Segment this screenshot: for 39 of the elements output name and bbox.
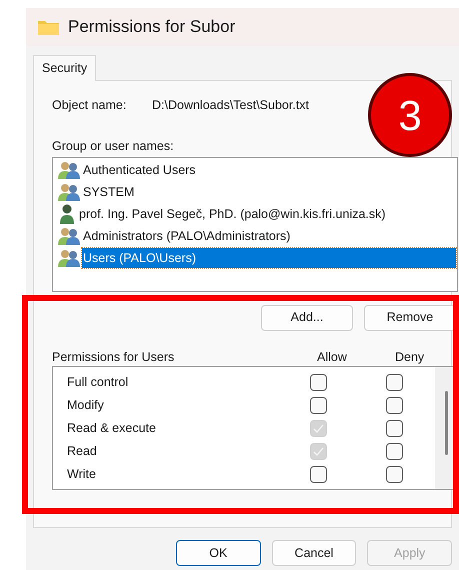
- scrollbar-thumb[interactable]: [444, 390, 448, 455]
- checkbox[interactable]: [386, 396, 403, 414]
- permission-name: Write: [66, 466, 97, 483]
- checkbox[interactable]: [310, 396, 327, 414]
- deny-header: Deny: [395, 348, 424, 366]
- object-name-value: D:\Downloads\Test\Subor.txt: [152, 96, 310, 114]
- list-item[interactable]: SYSTEM: [82, 182, 136, 202]
- button[interactable]: Cancel: [272, 540, 356, 566]
- button[interactable]: Add...: [261, 304, 353, 331]
- list-item[interactable]: Administrators (PALO\Administrators): [82, 226, 292, 246]
- users-icon: [58, 226, 80, 245]
- permission-name: Modify: [66, 396, 105, 414]
- group-label: Group or user names:: [52, 138, 175, 155]
- permission-name: Read: [66, 442, 98, 460]
- button[interactable]: Remove: [364, 304, 456, 331]
- checkbox[interactable]: [310, 466, 327, 483]
- checkbox[interactable]: [386, 420, 403, 437]
- checkmark-icon: [313, 424, 324, 433]
- checkbox[interactable]: [386, 442, 403, 460]
- checkbox[interactable]: [310, 374, 327, 391]
- folder-icon: [38, 19, 59, 35]
- object-name-label: Object name:: [52, 96, 128, 114]
- users-icon: [58, 248, 80, 267]
- checkbox[interactable]: [386, 374, 403, 391]
- permission-name: Read & execute: [66, 420, 157, 437]
- permission-name: Full control: [66, 374, 130, 391]
- users-icon: [58, 182, 80, 201]
- users-icon: [58, 160, 80, 179]
- button[interactable]: OK: [176, 540, 261, 566]
- list-item[interactable]: Users (PALO\Users): [82, 248, 456, 268]
- checkmark-icon: [313, 446, 324, 456]
- checkbox[interactable]: [386, 466, 403, 483]
- permissions-label: Permissions for Users: [52, 348, 176, 366]
- list-item[interactable]: Authenticated Users: [82, 160, 197, 180]
- tab[interactable]: Security: [33, 55, 96, 81]
- user-icon: [58, 204, 76, 224]
- allow-header: Allow: [317, 348, 348, 366]
- window-title: Permissions for Subor: [68, 16, 236, 38]
- list-item[interactable]: prof. Ing. Pavel Segeč, PhD. (palo@win.kis.fri.uniza.sk): [78, 204, 387, 224]
